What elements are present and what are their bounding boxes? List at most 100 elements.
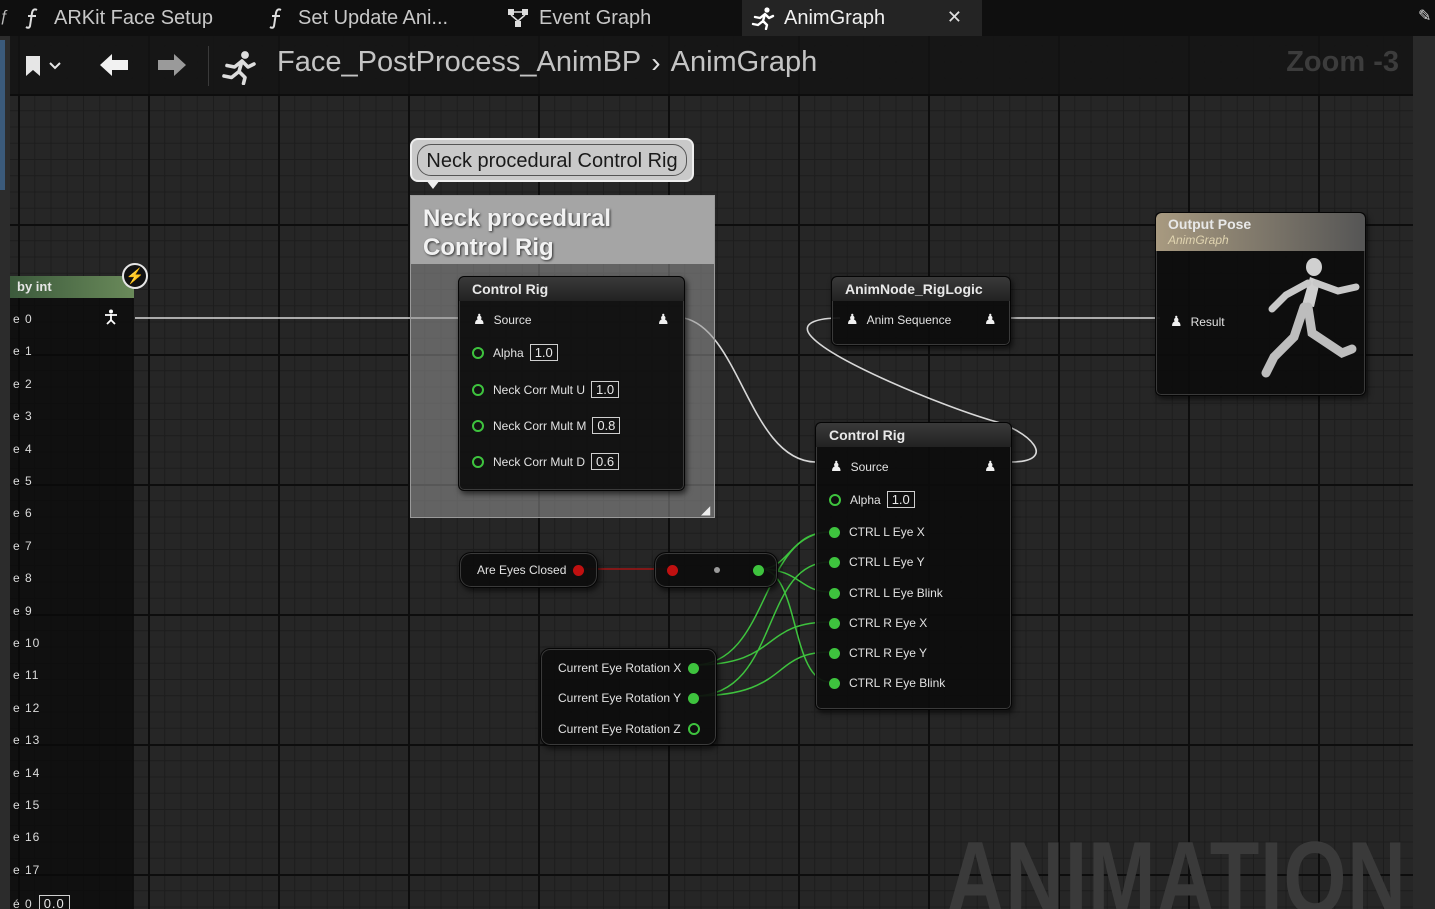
back-arrow-icon[interactable] xyxy=(98,52,130,83)
tab-label: Event Graph xyxy=(539,6,652,29)
result-pin[interactable]: ♟ Result xyxy=(1170,313,1225,330)
pose-output-pin[interactable]: ♟ xyxy=(984,311,1005,328)
select-float-node[interactable] xyxy=(654,552,778,588)
neck-corr-mult-u-pin[interactable]: Neck Corr Mult U 1.0 xyxy=(472,381,620,398)
close-icon[interactable]: ✕ xyxy=(947,7,962,28)
pin-value[interactable]: 1.0 xyxy=(886,491,915,508)
zoom-level: Zoom -3 xyxy=(1286,46,1399,78)
alpha-pin[interactable]: Alpha 1.0 xyxy=(472,344,558,361)
switch-pin[interactable]: e 5 xyxy=(13,474,33,488)
pose-pin-icon[interactable] xyxy=(104,309,118,330)
ctrl-l-eye-blink-pin[interactable]: CTRL L Eye Blink xyxy=(829,586,943,600)
pose-output-pin[interactable]: ♟ xyxy=(984,458,1005,475)
node-title: AnimNode_RigLogic xyxy=(832,277,1010,301)
pin-label: Current Eye Rotation Y xyxy=(558,691,682,705)
switch-pin[interactable]: e 12 xyxy=(13,701,40,715)
source-pin[interactable]: ♟ Source xyxy=(473,311,532,328)
riglogic-node[interactable]: AnimNode_RigLogic ♟ Anim Sequence ♟ xyxy=(831,276,1011,346)
pin-icon[interactable]: ✎ xyxy=(1418,6,1431,26)
forward-arrow-icon[interactable] xyxy=(156,52,188,83)
switch-pin-label: é 0 xyxy=(13,897,33,909)
node-title: Control Rig xyxy=(816,423,1011,447)
pin-label: CTRL L Eye Y xyxy=(849,555,925,569)
source-pin[interactable]: ♟ Source xyxy=(830,458,889,475)
pin-label: Source xyxy=(850,459,889,474)
switch-pin[interactable]: e 14 xyxy=(13,766,40,780)
pose-output-pin[interactable]: ♟ xyxy=(657,311,678,328)
ctrl-r-eye-x-pin[interactable]: CTRL R Eye X xyxy=(829,616,927,630)
node-title: Output Pose AnimGraph xyxy=(1156,213,1365,251)
eye-rotation-variables-node[interactable]: Current Eye Rotation X Current Eye Rotat… xyxy=(540,648,717,746)
switch-pin[interactable]: é 0 0.0 xyxy=(13,895,70,909)
switch-pin[interactable]: e 6 xyxy=(13,506,33,520)
pin-label: Are Eyes Closed xyxy=(477,563,567,577)
switch-pin[interactable]: e 4 xyxy=(13,442,33,456)
resize-handle-icon[interactable]: ◢ xyxy=(701,503,710,517)
right-panel-edge xyxy=(1413,0,1435,909)
float-pin-icon xyxy=(687,723,700,735)
switch-pin[interactable]: e 11 xyxy=(13,668,39,682)
tab-label: AnimGraph xyxy=(784,6,886,29)
tab-arkit-face-setup[interactable]: ARKit Face Setup xyxy=(20,0,235,36)
float-pin-icon xyxy=(829,556,840,568)
left-panel-edge xyxy=(0,0,10,909)
pin-label: Result xyxy=(1190,314,1225,329)
pin-value[interactable]: 0.8 xyxy=(592,417,621,434)
current-eye-rotation-y-pin[interactable]: Current Eye Rotation Y xyxy=(558,691,700,705)
switch-pin[interactable]: e 3 xyxy=(13,409,33,423)
ctrl-r-eye-y-pin[interactable]: CTRL R Eye Y xyxy=(829,646,927,660)
pose-pin-icon: ♟ xyxy=(846,311,859,327)
neck-corr-mult-m-pin[interactable]: Neck Corr Mult M 0.8 xyxy=(472,417,621,434)
float-output-pin[interactable] xyxy=(753,565,764,576)
breadcrumb-graph[interactable]: AnimGraph xyxy=(671,46,818,79)
bool-output-pin[interactable]: Are Eyes Closed xyxy=(477,563,585,577)
switch-pin-value[interactable]: 0.0 xyxy=(38,895,70,909)
pin-label: Neck Corr Mult D xyxy=(493,454,586,469)
ctrl-r-eye-blink-pin[interactable]: CTRL R Eye Blink xyxy=(829,676,945,690)
bool-input-pin[interactable] xyxy=(667,565,678,576)
tab-label: Set Update Ani... xyxy=(298,6,449,29)
switch-pin[interactable]: e 15 xyxy=(13,798,40,812)
node-subtitle: AnimGraph xyxy=(1168,233,1229,247)
node-dot-icon xyxy=(714,567,720,573)
chevron-right-icon: › xyxy=(651,46,661,78)
current-eye-rotation-x-pin[interactable]: Current Eye Rotation X xyxy=(558,661,700,675)
tab-event-graph[interactable]: Event Graph xyxy=(505,0,725,36)
pin-value[interactable]: 1.0 xyxy=(529,344,558,361)
pin-value[interactable]: 0.6 xyxy=(591,453,620,470)
are-eyes-closed-node[interactable]: Are Eyes Closed xyxy=(459,552,598,588)
output-pose-node[interactable]: Output Pose AnimGraph ♟ Result xyxy=(1155,212,1366,396)
pin-label: Current Eye Rotation Z xyxy=(558,722,681,736)
switch-pin[interactable]: e 13 xyxy=(13,733,40,747)
pose-pin-icon: ♟ xyxy=(473,311,486,327)
switch-pin[interactable]: e 16 xyxy=(13,830,40,844)
switch-pin[interactable]: e 0 xyxy=(13,312,33,326)
switch-pin[interactable]: e 1 xyxy=(13,344,33,358)
switch-pin[interactable]: e 9 xyxy=(13,604,33,618)
tab-set-update-anim[interactable]: Set Update Ani... xyxy=(264,0,484,36)
switch-pin[interactable]: e 2 xyxy=(13,377,33,391)
pin-value[interactable]: 1.0 xyxy=(591,381,620,398)
current-eye-rotation-z-pin[interactable]: Current Eye Rotation Z xyxy=(558,722,700,736)
neck-control-rig-node[interactable]: Control Rig ♟ Source ♟ Alpha 1.0 Neck Corr… xyxy=(458,276,685,491)
alpha-pin[interactable]: Alpha 1.0 xyxy=(829,491,915,508)
node-title: by int xyxy=(10,276,134,298)
switch-pin[interactable]: e 10 xyxy=(13,636,40,650)
switch-pin[interactable]: e 17 xyxy=(13,863,40,877)
pose-pin-icon: ♟ xyxy=(984,458,997,474)
ctrl-l-eye-y-pin[interactable]: CTRL L Eye Y xyxy=(829,555,925,569)
neck-corr-mult-d-pin[interactable]: Neck Corr Mult D 0.6 xyxy=(472,453,620,470)
pin-label: Neck Corr Mult M xyxy=(493,418,587,433)
tab-anim-graph[interactable]: AnimGraph ✕ xyxy=(742,0,982,36)
eye-control-rig-node[interactable]: Control Rig ♟ Source ♟ Alpha 1.0 CTRL L Ey… xyxy=(815,422,1012,710)
float-pin-icon xyxy=(472,455,484,468)
ctrl-l-eye-x-pin[interactable]: CTRL L Eye X xyxy=(829,525,925,539)
blend-poses-by-int-node[interactable]: by int e 0 e 1 e 2 e 3 e 4 e 5 e 6 e 7 e… xyxy=(10,276,134,909)
breadcrumb-asset[interactable]: Face_PostProcess_AnimBP xyxy=(277,46,641,79)
divider xyxy=(208,46,209,86)
anim-sequence-pin[interactable]: ♟ Anim Sequence xyxy=(846,311,951,328)
bookmark-icon[interactable] xyxy=(22,54,64,83)
switch-pin[interactable]: e 7 xyxy=(13,539,33,553)
switch-pin[interactable]: e 8 xyxy=(13,571,33,585)
comment-bubble[interactable]: Neck procedural Control Rig xyxy=(410,138,694,189)
